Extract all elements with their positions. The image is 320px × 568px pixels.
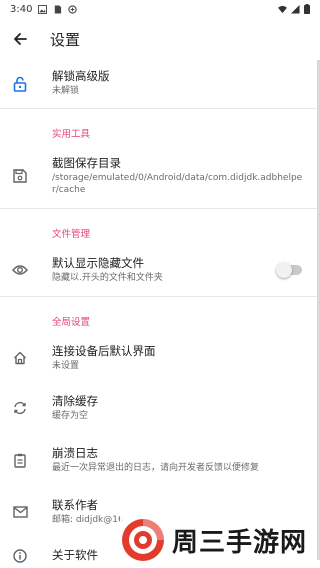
app-bar: 设置 [0, 18, 320, 60]
default-screen-value: 未设置 [52, 361, 80, 371]
cache-size: 缓存为空 [52, 411, 89, 421]
image-icon [38, 4, 48, 14]
section-header-files: 文件管理 [52, 229, 91, 240]
unlock-status: 未解锁 [52, 86, 80, 96]
clear-cache-item[interactable]: 清除缓存 缓存为空 [0, 390, 320, 430]
crash-log-title: 崩溃日志 [52, 446, 98, 460]
default-screen-item[interactable]: 连接设备后默认界面 未设置 [0, 340, 320, 380]
screenshot-dir-path: /storage/emulated/0/Android/data/com.did… [52, 173, 303, 195]
crash-log-item[interactable]: 崩溃日志 最近一次异常退出的日志，请向开发者反馈以便修复 [0, 442, 320, 482]
refresh-icon [12, 400, 28, 416]
signal-icon [291, 4, 300, 14]
hidden-files-item[interactable]: 默认显示隐藏文件 隐藏以.开头的文件和文件夹 [0, 252, 320, 292]
arrow-back-icon [14, 33, 27, 45]
section-header-tools: 实用工具 [52, 129, 91, 140]
clipboard-icon [12, 452, 28, 468]
hidden-files-title: 默认显示隐藏文件 [52, 256, 144, 270]
page-title: 设置 [50, 30, 81, 49]
crash-log-desc: 最近一次异常退出的日志，请向开发者反馈以便修复 [52, 463, 260, 473]
watermark-text: 周三手游网 [172, 527, 308, 558]
contact-author-title: 联系作者 [52, 498, 98, 512]
wifi-icon [278, 5, 287, 13]
back-button[interactable] [0, 19, 40, 59]
divider [0, 108, 320, 109]
unlock-title: 解锁高级版 [52, 69, 110, 83]
clear-cache-title: 清除缓存 [52, 394, 98, 408]
hidden-files-toggle[interactable] [276, 262, 302, 278]
watermark-logo-icon [122, 519, 164, 561]
default-screen-title: 连接设备后默认界面 [52, 344, 156, 358]
mail-icon [12, 504, 28, 520]
sim-icon [55, 4, 62, 14]
divider [0, 208, 320, 209]
app-notif-icon [68, 4, 78, 14]
screenshot-dir-item[interactable]: 截图保存目录 /storage/emulated/0/Android/data/… [0, 150, 320, 208]
save-icon [12, 168, 28, 184]
divider [0, 296, 320, 297]
watermark: 周三手游网 [120, 512, 316, 568]
toggle-knob [276, 262, 292, 278]
hidden-files-desc: 隐藏以.开头的文件和文件夹 [52, 273, 163, 283]
section-header-global: 全局设置 [52, 317, 91, 328]
eye-icon [12, 262, 28, 278]
lock-open-icon [12, 76, 28, 92]
home-icon [12, 350, 28, 366]
battery-icon [304, 4, 310, 14]
screenshot-dir-title: 截图保存目录 [52, 156, 121, 170]
unlock-premium-item[interactable]: 解锁高级版 未解锁 [0, 62, 320, 108]
status-time: 3:40 [10, 3, 33, 15]
status-bar: 3:40 [0, 0, 320, 18]
info-icon [12, 548, 28, 564]
